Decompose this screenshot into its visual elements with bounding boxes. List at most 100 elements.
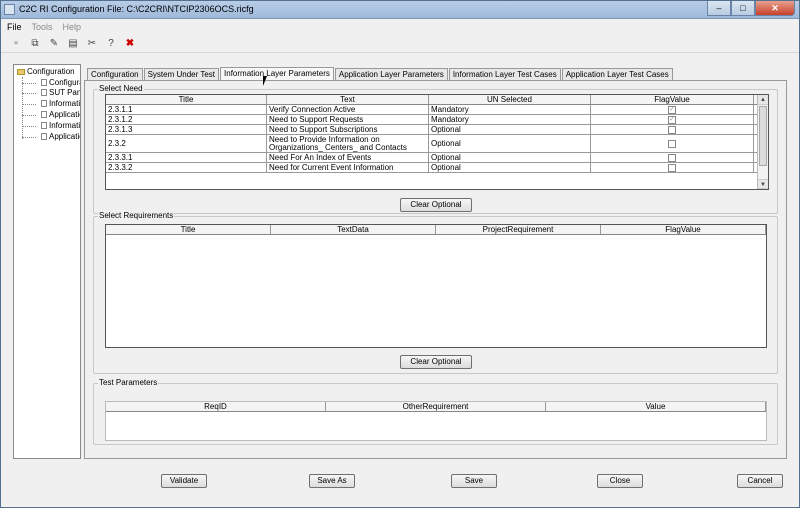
save-as-button[interactable]: Save As [309, 474, 355, 488]
column-header[interactable]: Title [106, 95, 267, 104]
validate-button[interactable]: Validate [161, 474, 207, 488]
scroll-up-icon[interactable]: ▲ [758, 95, 768, 105]
cell-title: 2.3.3.2 [106, 163, 267, 172]
cell-selected: Mandatory [429, 105, 591, 114]
select-requirements-label: Select Requirements [98, 211, 175, 220]
delete-icon[interactable]: ✖ [123, 37, 137, 51]
tree-item[interactable]: Information [41, 99, 80, 108]
table-row[interactable]: 2.3.1.3 Need to Support Subscriptions Op… [106, 125, 768, 135]
window-controls: – □ ✕ [707, 1, 795, 18]
cell-title: 2.3.3.1 [106, 153, 267, 162]
flag-checkbox[interactable] [668, 163, 676, 172]
test-parameters-group: Test Parameters ReqID OtherRequirement V… [93, 378, 778, 445]
close-window-button[interactable]: ✕ [755, 1, 795, 16]
cell-selected: Mandatory [429, 115, 591, 124]
scroll-down-icon[interactable]: ▼ [758, 179, 768, 189]
cancel-button[interactable]: Cancel [737, 474, 783, 488]
tree-connector [22, 83, 36, 84]
column-header[interactable]: Title [106, 225, 271, 234]
main-window: C2C RI Configuration File: C:\C2CRI\NTCI… [0, 0, 800, 508]
flag-checkbox[interactable]: ✓ [668, 105, 676, 114]
document-icon [41, 111, 47, 119]
menu-help[interactable]: Help [63, 22, 82, 32]
table-header: Title TextData ProjectRequirement FlagVa… [106, 225, 766, 235]
column-header[interactable]: ReqID [106, 402, 326, 411]
test-parameters-table: ReqID OtherRequirement Value [105, 401, 767, 441]
tree-item[interactable]: Configuratio [41, 78, 80, 87]
minimize-button[interactable]: – [707, 1, 731, 16]
column-header[interactable]: FlagValue [591, 95, 754, 104]
cell-title: 2.3.1.2 [106, 115, 267, 124]
flag-checkbox[interactable] [668, 125, 676, 134]
document-icon [41, 100, 47, 108]
menu-file[interactable]: File [7, 22, 22, 32]
app-icon [4, 4, 15, 15]
column-header[interactable]: Value [546, 402, 766, 411]
tab-system-under-test[interactable]: System Under Test [143, 68, 220, 80]
table-header: Title Text UN Selected FlagValue [106, 95, 768, 105]
column-header[interactable]: TextData [271, 225, 436, 234]
title-bar[interactable]: C2C RI Configuration File: C:\C2CRI\NTCI… [1, 1, 799, 19]
document-icon [41, 89, 47, 97]
cell-selected: Optional [429, 153, 591, 162]
menu-bar: File Tools Help [1, 19, 799, 35]
column-header[interactable]: OtherRequirement [326, 402, 546, 411]
document-icon [41, 79, 47, 87]
column-header[interactable]: UN Selected [429, 95, 591, 104]
tab-panel: Select Need Title Text UN Selected FlagV… [84, 80, 787, 459]
tree-root-configuration[interactable]: Configuration [17, 67, 75, 76]
table-row[interactable]: 2.3.3.1 Need For An Index of Events Opti… [106, 153, 768, 163]
tab-bar: Configuration System Under Test Informat… [87, 67, 674, 80]
clear-optional-needs-button[interactable]: Clear Optional [400, 198, 472, 212]
open-icon[interactable]: ⧉ [28, 37, 42, 51]
column-header[interactable]: ProjectRequirement [436, 225, 601, 234]
flag-checkbox[interactable]: ✓ [668, 115, 676, 124]
cell-title: 2.3.2 [106, 135, 267, 152]
clear-optional-requirements-button[interactable]: Clear Optional [400, 355, 472, 369]
tree-item[interactable]: Information [41, 121, 80, 130]
cell-selected: Optional [429, 135, 591, 152]
flag-checkbox[interactable] [668, 153, 676, 162]
help-icon[interactable]: ? [104, 37, 118, 51]
select-requirements-table: Title TextData ProjectRequirement FlagVa… [105, 224, 767, 348]
toolbar: ▫ ⧉ ✎ ▤ ✂ ? ✖ [1, 35, 799, 53]
tab-application-layer-test-cases[interactable]: Application Layer Test Cases [561, 68, 673, 80]
tab-information-layer-parameters[interactable]: Information Layer Parameters [220, 67, 334, 80]
cell-title: 2.3.1.3 [106, 125, 267, 134]
tab-configuration[interactable]: Configuration [87, 68, 143, 80]
page-icon[interactable]: ▤ [66, 37, 80, 51]
table-row[interactable]: 2.3.2 Need to Provide Information on Org… [106, 135, 768, 153]
tree-connector [22, 104, 36, 105]
tree-item[interactable]: Application I [41, 132, 80, 141]
tree-item[interactable]: Application I [41, 110, 80, 119]
cell-selected: Optional [429, 163, 591, 172]
settings-icon[interactable]: ✂ [85, 37, 99, 51]
cell-text: Need to Provide Information on Organizat… [267, 135, 429, 152]
flag-checkbox[interactable] [668, 139, 676, 148]
tree-item[interactable]: SUT Panel [41, 88, 80, 97]
table-row[interactable]: 2.3.1.2 Need to Support Requests Mandato… [106, 115, 768, 125]
close-button[interactable]: Close [597, 474, 643, 488]
new-icon[interactable]: ▫ [9, 37, 23, 51]
select-need-label: Select Need [98, 84, 144, 93]
table-row[interactable]: 2.3.3.2 Need for Current Event Informati… [106, 163, 768, 173]
select-requirements-group: Select Requirements Title TextData Proje… [93, 211, 778, 374]
column-header[interactable]: FlagValue [601, 225, 766, 234]
tree-connector [22, 126, 36, 127]
vertical-scrollbar[interactable]: ▲ ▼ [757, 95, 768, 189]
scroll-thumb[interactable] [759, 106, 767, 166]
cell-flag: ✓ [591, 105, 754, 114]
maximize-button[interactable]: □ [731, 1, 755, 16]
tab-application-layer-parameters[interactable]: Application Layer Parameters [334, 68, 448, 80]
menu-tools[interactable]: Tools [32, 22, 53, 32]
document-icon [41, 133, 47, 141]
column-header[interactable]: Text [267, 95, 429, 104]
table-row[interactable]: 2.3.1.1 Verify Connection Active Mandato… [106, 105, 768, 115]
save-button[interactable]: Save [451, 474, 497, 488]
test-parameters-label: Test Parameters [98, 378, 159, 387]
edit-icon[interactable]: ✎ [47, 37, 61, 51]
tab-information-layer-test-cases[interactable]: Information Layer Test Cases [448, 68, 561, 80]
cell-selected: Optional [429, 125, 591, 134]
cell-flag [591, 125, 754, 134]
cell-text: Need to Support Requests [267, 115, 429, 124]
